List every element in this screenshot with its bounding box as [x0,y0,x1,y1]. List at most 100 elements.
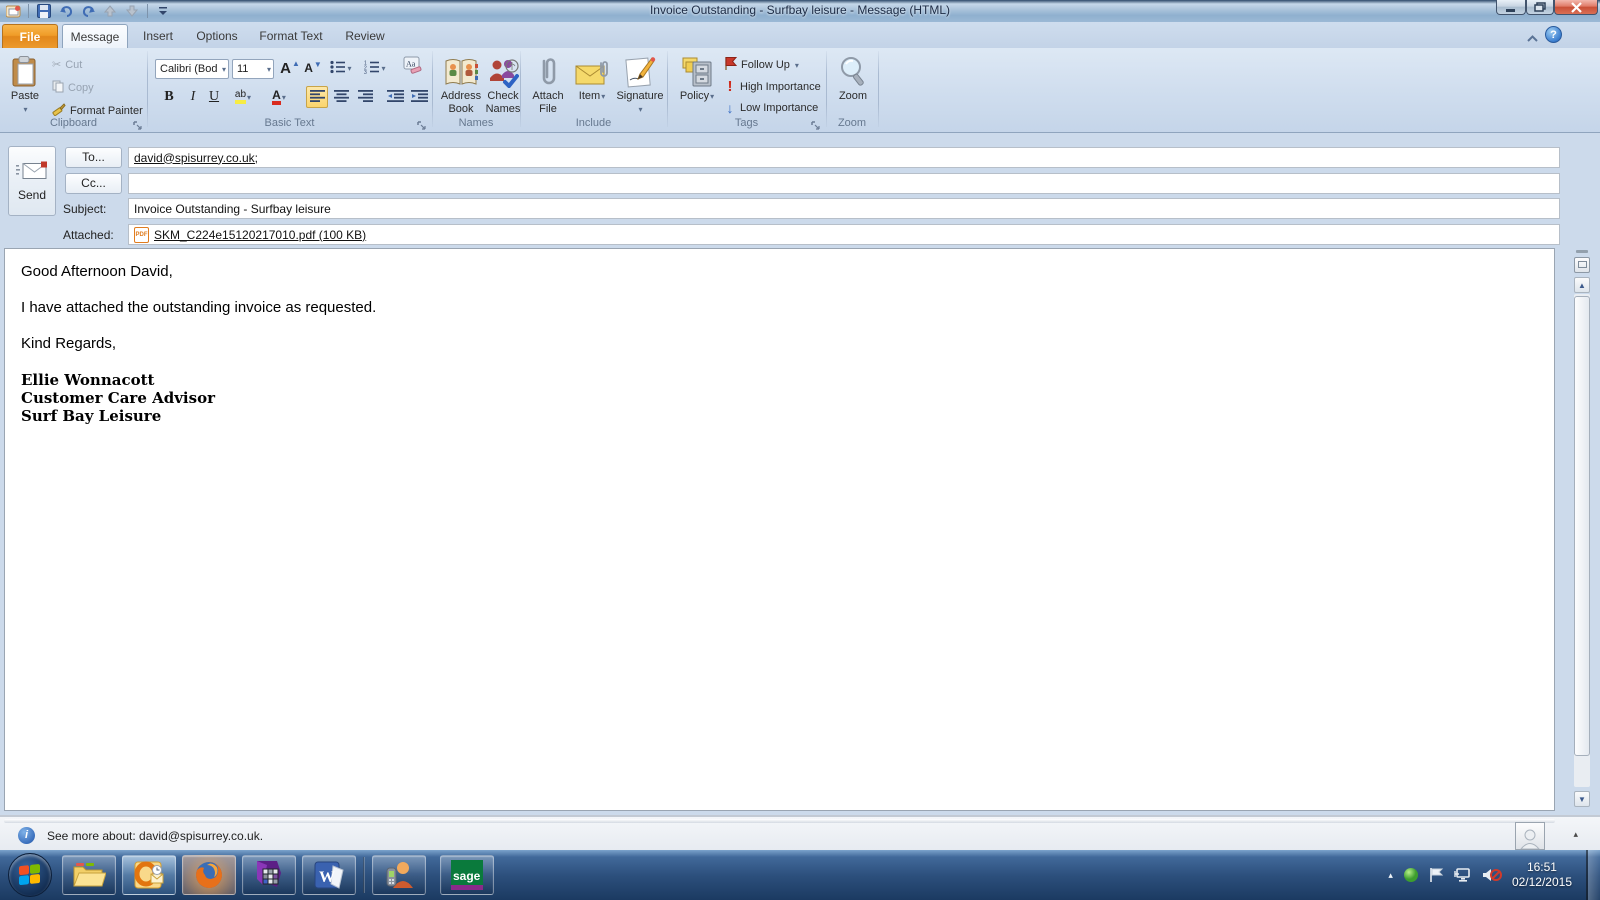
subject-field[interactable]: Invoice Outstanding - Surfbay leisure [128,198,1560,219]
action-center-flag-icon[interactable] [1429,867,1444,883]
clipboard-dialog-launcher-icon[interactable] [133,118,145,130]
cc-field[interactable] [128,173,1560,194]
grid-app-icon [257,861,281,887]
body-greeting: Good Afternoon David, [21,263,173,280]
align-right-button[interactable] [354,86,376,108]
body-closing: Kind Regards, [21,335,117,352]
signature-button[interactable]: Signature ▾ [615,50,665,116]
taskbar-grid-app-button[interactable] [242,855,296,895]
reading-pane-toggle-icon[interactable] [1574,257,1590,273]
font-size-combo[interactable]: 11 ▾ [232,59,274,79]
taskbar-outlook-button[interactable] [122,855,176,895]
grow-font-button[interactable]: A ▲ [279,57,301,79]
decrease-indent-icon [386,89,404,105]
to-value[interactable]: david@spisurrey.co.uk; [134,151,258,165]
minimize-ribbon-icon[interactable] [1527,29,1538,47]
magnifier-icon [838,52,868,88]
increase-indent-button[interactable] [408,86,430,108]
check-names-button[interactable]: Check Names [485,50,521,116]
underline-button[interactable]: U [203,86,225,108]
font-name-combo[interactable]: Calibri (Bod ▾ [155,59,229,79]
shrink-font-button[interactable]: A ▼ [302,57,324,79]
attach-file-button[interactable]: Attach File [527,50,569,116]
zoom-button[interactable]: Zoom [831,50,875,103]
align-left-icon [309,89,325,105]
align-center-button[interactable] [330,86,352,108]
tab-review[interactable]: Review [336,24,394,48]
align-center-icon [333,89,349,105]
network-icon[interactable] [1454,867,1472,883]
bold-button[interactable]: B [158,86,180,108]
tab-message[interactable]: Message [62,24,128,48]
tags-group-label: Tags [734,117,759,129]
cc-button[interactable]: Cc... [65,173,122,194]
tags-dialog-launcher-icon[interactable] [811,118,823,130]
paste-button[interactable]: Paste ▾ [4,50,46,116]
attach-file-label-1: Attach [532,90,564,102]
tab-insert[interactable]: Insert [133,24,183,48]
group-separator [826,51,827,127]
tab-format-text[interactable]: Format Text [251,24,331,48]
low-importance-button[interactable]: ↓ Low Importance [724,100,819,116]
taskbar-word-button[interactable]: W [302,855,356,895]
high-importance-button[interactable]: ! High Importance [724,78,821,95]
scrollbar-track[interactable] [1574,294,1590,787]
start-button[interactable] [8,853,52,897]
close-button[interactable] [1554,0,1598,15]
scroll-up-button[interactable]: ▲ [1574,277,1590,293]
restore-button[interactable] [1526,0,1554,15]
splitter-handle[interactable] [1573,248,1591,255]
attached-label: Attached: [63,228,114,242]
follow-up-button[interactable]: Follow Up ▾ [724,56,799,74]
font-color-button[interactable]: A ▾ [268,86,290,108]
volume-muted-icon[interactable] [1482,867,1502,883]
numbering-button[interactable]: 123 ▾ [364,57,386,79]
font-name-value: Calibri (Bod [160,63,218,75]
email-body-editor[interactable]: Good Afternoon David, I have attached th… [4,248,1555,811]
italic-button[interactable]: I [182,86,204,108]
people-pane-collapse-icon[interactable]: ▴ [1573,829,1578,840]
tab-options[interactable]: Options [188,24,246,48]
taskbar-explorer-button[interactable] [62,855,116,895]
minimize-button[interactable] [1496,0,1526,15]
check-names-label-2: Names [485,103,521,115]
assign-policy-button[interactable]: Policy ▾ [674,50,720,103]
people-pane: i See more about: david@spisurrey.co.uk.… [0,815,1600,850]
tray-green-status-icon[interactable] [1403,867,1419,883]
taskbar-sage-button[interactable]: sage [440,855,494,895]
address-book-button[interactable]: Address Book [437,50,485,116]
attach-item-button[interactable]: Item ▾ [571,50,613,103]
to-button[interactable]: To... [65,147,122,168]
tray-clock[interactable]: 16:51 02/12/2015 [1512,860,1572,890]
attached-field[interactable]: PDF SKM_C224e15120217010.pdf (100 KB) [128,224,1560,245]
clear-formatting-button[interactable]: Aa [402,55,424,77]
bullets-button[interactable]: ▾ [330,57,352,79]
scroll-down-button[interactable]: ▼ [1574,791,1590,807]
cut-button[interactable]: ✂ Cut [52,58,83,72]
taskbar-firefox-button[interactable] [182,855,236,895]
people-pane-splitter[interactable] [4,819,1555,823]
basic-text-dialog-launcher-icon[interactable] [417,118,429,130]
copy-button[interactable]: Copy [52,80,94,96]
vertical-scrollbar[interactable]: ▲ ▼ [1573,248,1591,807]
contact-avatar[interactable] [1515,822,1545,850]
tray-date: 02/12/2015 [1511,875,1572,889]
tab-file[interactable]: File [2,24,58,48]
attachment-link[interactable]: SKM_C224e15120217010.pdf (100 KB) [154,228,366,242]
show-hidden-icons-button[interactable]: ▴ [1388,870,1393,881]
scrollbar-thumb[interactable] [1574,296,1590,756]
message-body-area: Good Afternoon David, I have attached th… [0,247,1600,815]
taskbar-contact-phone-button[interactable] [372,855,426,895]
to-field[interactable]: david@spisurrey.co.uk; [128,147,1560,168]
decrease-indent-button[interactable] [384,86,406,108]
cut-label: Cut [65,58,83,71]
dropdown-arrow-icon: ▾ [221,64,226,74]
show-desktop-button[interactable] [1586,850,1600,900]
group-separator [667,51,668,127]
help-icon[interactable]: ? [1545,26,1562,43]
send-button[interactable]: Send [8,146,56,216]
subject-value[interactable]: Invoice Outstanding - Surfbay leisure [134,202,331,216]
align-left-button[interactable] [306,86,328,108]
text-highlight-button[interactable]: ab ▾ [232,86,254,108]
signature-icon [624,52,656,88]
